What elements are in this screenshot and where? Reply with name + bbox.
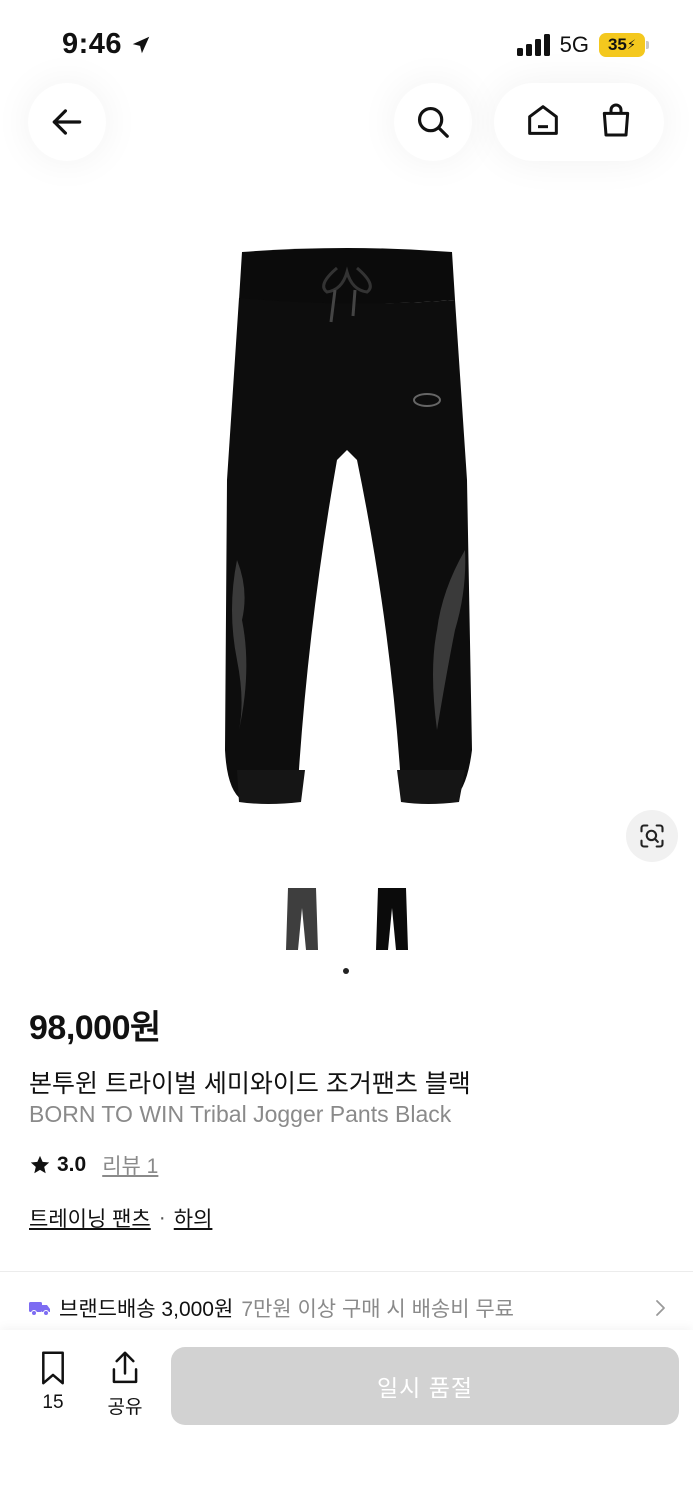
category-link-bottoms[interactable]: 하의 bbox=[174, 1203, 213, 1233]
cart-button[interactable] bbox=[596, 100, 636, 145]
status-right: 5G 35 ⚡ bbox=[516, 32, 649, 58]
bookmark-icon bbox=[42, 1351, 64, 1385]
jogger-pants-image bbox=[224, 248, 472, 804]
back-button[interactable] bbox=[28, 83, 106, 161]
review-link[interactable]: 리뷰 1 bbox=[102, 1150, 158, 1180]
shopping-bag-icon bbox=[602, 103, 629, 136]
bottom-action-bar: 15 공유 일시 품절 bbox=[0, 1330, 693, 1500]
product-name-english: BORN TO WIN Tribal Jogger Pants Black bbox=[29, 1101, 452, 1127]
share-label: 공유 bbox=[107, 1397, 143, 1418]
visual-search-icon bbox=[640, 824, 664, 848]
shipping-free-note: 7만원 이상 구매 시 배송비 무료 bbox=[241, 1298, 515, 1321]
section-divider bbox=[0, 1271, 693, 1272]
home-button[interactable] bbox=[523, 100, 563, 145]
location-arrow-icon bbox=[132, 36, 150, 53]
rating-row: 3.0 리뷰 1 bbox=[29, 1150, 158, 1180]
rating-score: 3.0 bbox=[57, 1153, 87, 1176]
status-bar: 9:46 5G 35 ⚡ bbox=[0, 0, 693, 90]
home-icon bbox=[527, 104, 558, 135]
battery-level: 35 bbox=[607, 35, 627, 54]
thumbnail-black-image bbox=[375, 888, 408, 950]
selected-thumbnail-indicator bbox=[343, 968, 349, 974]
product-image[interactable] bbox=[0, 230, 693, 850]
bookmark-count: 15 bbox=[42, 1392, 64, 1413]
thumbnail-gray[interactable] bbox=[270, 880, 334, 960]
shipping-row[interactable]: 브랜드배송 3,000원 7만원 이상 구매 시 배송비 무료 bbox=[29, 1290, 669, 1326]
status-time-group: 9:46 bbox=[62, 28, 152, 61]
chevron-right-icon bbox=[656, 1300, 665, 1316]
signal-icon bbox=[516, 34, 550, 56]
shipping-fee: 브랜드배송 3,000원 bbox=[59, 1298, 234, 1321]
category-link-training-pants[interactable]: 트레이닝 팬츠 bbox=[29, 1203, 151, 1233]
thumbnail-black[interactable] bbox=[360, 880, 424, 960]
share-button[interactable]: 공유 bbox=[102, 1350, 148, 1419]
category-breadcrumb: 트레이닝 팬츠 · 하의 bbox=[29, 1203, 212, 1233]
thumbnail-strip bbox=[0, 880, 693, 960]
search-icon bbox=[417, 106, 449, 138]
visual-search-button[interactable] bbox=[626, 810, 678, 862]
product-name-korean: 본투윈 트라이벌 세미와이드 조거팬츠 블랙 bbox=[29, 1070, 471, 1098]
star-icon bbox=[30, 1155, 50, 1174]
battery-icon: 35 ⚡ bbox=[599, 33, 649, 57]
bookmark-button[interactable]: 15 bbox=[30, 1350, 76, 1414]
category-separator: · bbox=[158, 1206, 166, 1229]
soldout-button[interactable]: 일시 품절 bbox=[171, 1347, 679, 1425]
thumbnail-gray-image bbox=[285, 888, 318, 950]
status-time: 9:46 bbox=[62, 28, 123, 60]
product-price: 98,000원 bbox=[29, 1009, 161, 1047]
share-icon bbox=[112, 1351, 138, 1384]
header-actions bbox=[494, 83, 664, 161]
truck-icon bbox=[29, 1302, 50, 1316]
arrow-left-icon bbox=[52, 109, 82, 135]
search-button[interactable] bbox=[394, 83, 472, 161]
network-type: 5G bbox=[559, 32, 589, 57]
